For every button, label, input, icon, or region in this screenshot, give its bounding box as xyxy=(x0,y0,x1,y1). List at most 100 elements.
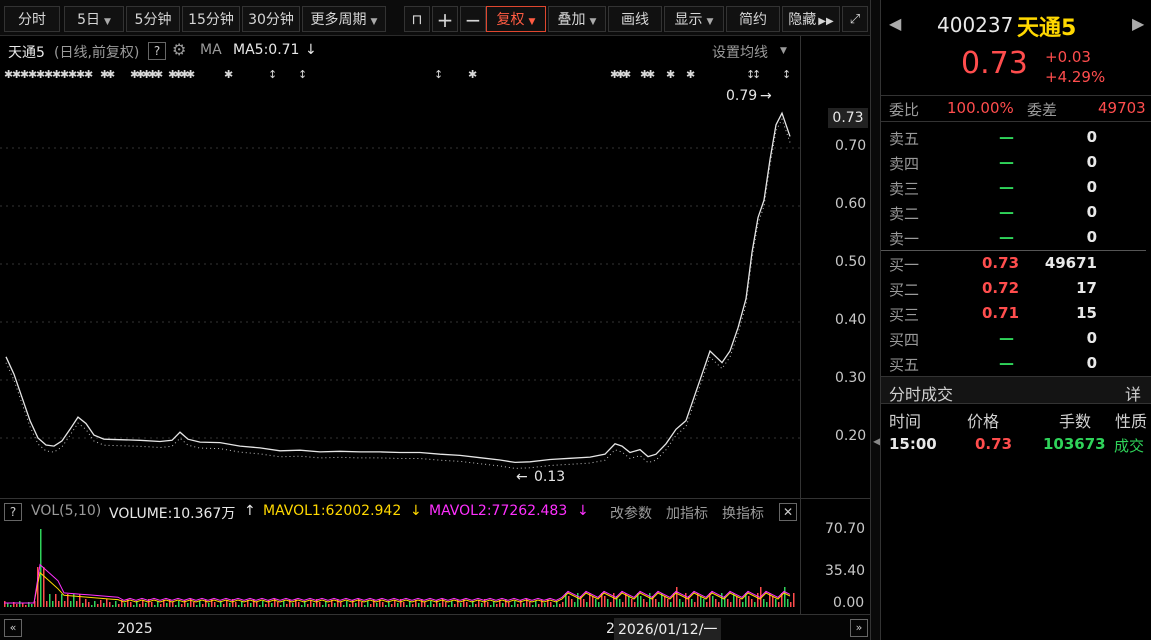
bid-price: — xyxy=(999,329,1014,347)
gear-icon[interactable]: ⚙ xyxy=(172,40,186,59)
prev-stock-icon[interactable]: ◀ xyxy=(889,14,901,33)
bid-label: 买一 xyxy=(889,256,920,274)
event-marker-icon[interactable]: ✱ xyxy=(666,68,675,81)
chart-grid xyxy=(0,147,800,439)
switch-indicator-button[interactable]: 换指标 xyxy=(722,503,764,523)
time-axis: « 2025 2 2026/01/12/一 » xyxy=(0,614,870,640)
ask-volume: 0 xyxy=(1086,178,1097,196)
volume-bar xyxy=(544,603,546,607)
expand-icon: ⤢ xyxy=(849,12,861,27)
volume-bar xyxy=(655,599,657,607)
volume-bar xyxy=(181,604,183,607)
lock-button[interactable]: ⊓ xyxy=(404,6,430,32)
display-dropdown[interactable]: 显示 ▼ xyxy=(664,6,724,32)
ask-label: 卖五 xyxy=(889,130,920,148)
event-marker-icon[interactable]: ✱ xyxy=(186,68,195,81)
volume-bar xyxy=(244,604,246,607)
volume-bar xyxy=(793,593,795,607)
tab-5day[interactable]: 5日 ▼ xyxy=(64,6,124,32)
event-marker-icon[interactable]: ↕ xyxy=(782,68,791,81)
overlay-dropdown[interactable]: 叠加 ▼ xyxy=(548,6,606,32)
volume-bar xyxy=(79,594,81,607)
volume-bar xyxy=(124,603,126,607)
ma5-value: MA5:0.71 xyxy=(233,42,300,58)
event-marker-icon[interactable]: ↕ xyxy=(434,68,443,81)
weicha-label: 委差 xyxy=(1027,101,1058,119)
panel-splitter[interactable]: ◀ xyxy=(870,0,882,640)
bid-label: 买三 xyxy=(889,306,920,324)
tab-label: 画线 xyxy=(621,12,649,28)
ma-settings-button[interactable]: 设置均线 xyxy=(712,42,768,62)
zoom-in-button[interactable]: + xyxy=(432,6,458,32)
chart-help-button[interactable]: ? xyxy=(148,42,166,60)
tab-intraday[interactable]: 分时 xyxy=(4,6,60,32)
change-params-button[interactable]: 改参数 xyxy=(610,503,652,523)
tab-15min[interactable]: 15分钟 xyxy=(182,6,240,32)
tab-label: 15分钟 xyxy=(188,12,234,28)
trade-time: 15:00 xyxy=(889,435,937,453)
event-marker-icon[interactable]: ✱ xyxy=(468,68,477,81)
event-marker-icon[interactable]: ✱ xyxy=(106,68,115,81)
tab-label: 5分钟 xyxy=(134,12,172,28)
scroll-right-button[interactable]: » xyxy=(850,619,868,637)
event-markers: ✱✱✱✱✱✱✱✱✱✱✱ ✱✱ ✱✱✱✱✱ ✱✱✱✱ ✱ ↕ ↕ ↕ ✱ ✱✱✱ ✱✱ ✱ ✱ ↕↕ ↕ xyxy=(4,68,791,81)
volume-bar xyxy=(454,604,456,607)
chart-title: 天通5 xyxy=(8,45,45,61)
tab-5min[interactable]: 5分钟 xyxy=(126,6,180,32)
event-marker-icon[interactable]: ✱ xyxy=(224,68,233,81)
volume-bar xyxy=(496,604,498,607)
hide-button[interactable]: 隐藏 ▶▶ xyxy=(782,6,840,32)
zoom-out-button[interactable]: − xyxy=(460,6,486,32)
volume-bar xyxy=(250,603,252,607)
y-tick: 0.70 xyxy=(835,138,867,154)
bid-volume: 15 xyxy=(1076,304,1097,322)
tab-30min[interactable]: 30分钟 xyxy=(242,6,300,32)
simple-mode-button[interactable]: 简约 xyxy=(726,6,780,32)
scroll-left-button[interactable]: « xyxy=(4,619,22,637)
volume-bar xyxy=(562,602,564,607)
event-marker-icon[interactable]: ✱ xyxy=(84,68,93,81)
col-type: 性质 xyxy=(1115,412,1148,431)
event-marker-icon[interactable]: ↕ xyxy=(298,68,307,81)
plus-icon: + xyxy=(436,8,454,32)
volume-bar xyxy=(757,593,759,607)
current-price-tag: 0.73 xyxy=(828,108,868,128)
ask-price: — xyxy=(999,228,1014,246)
draw-line-button[interactable]: 画线 xyxy=(608,6,662,32)
volume-bar xyxy=(478,600,480,607)
volume-bar xyxy=(679,599,681,607)
volume-bar xyxy=(490,605,492,607)
event-marker-icon[interactable]: ✱ xyxy=(622,68,631,81)
event-marker-icon[interactable]: ✱ xyxy=(686,68,695,81)
volume-bar xyxy=(532,605,534,607)
event-marker-icon[interactable]: ↕ xyxy=(752,68,761,81)
event-marker-icon[interactable]: ✱ xyxy=(646,68,655,81)
price-chart[interactable]: ✱✱✱✱✱✱✱✱✱✱✱ ✱✱ ✱✱✱✱✱ ✱✱✱✱ ✱ ↕ ↕ ↕ ✱ ✱✱✱ ✱✱ ✱ ✱ ↕↕ ↕ 0.… xyxy=(0,64,800,498)
volume-bar xyxy=(772,596,774,607)
volume-bar xyxy=(715,599,717,607)
volume-bar xyxy=(406,605,408,607)
y-tick: 0.60 xyxy=(835,196,867,212)
close-icon[interactable]: ✕ xyxy=(779,503,797,521)
trades-detail-button[interactable]: 详 xyxy=(1125,381,1141,405)
volume-bar xyxy=(691,599,693,607)
volume-bar xyxy=(238,605,240,607)
volume-bar xyxy=(259,605,261,607)
volume-bar xyxy=(730,602,732,607)
volume-bar xyxy=(568,596,570,607)
volume-help-button[interactable]: ? xyxy=(4,503,22,521)
volume-bar xyxy=(10,605,12,607)
next-stock-icon[interactable]: ▶ xyxy=(1132,14,1144,33)
more-periods-dropdown[interactable]: 更多周期 ▼ xyxy=(302,6,386,32)
chart-subtitle: (日线,前复权) xyxy=(54,45,140,61)
ask-row: 卖四 — 0 xyxy=(889,151,1147,176)
event-marker-icon[interactable]: ↕ xyxy=(268,68,277,81)
volume-bar xyxy=(112,605,114,607)
event-marker-icon[interactable]: ✱ xyxy=(154,68,163,81)
bid-label: 买四 xyxy=(889,331,920,349)
adjust-rights-dropdown[interactable]: 复权 ▼ xyxy=(486,6,546,32)
tab-label: 隐藏 xyxy=(788,12,817,28)
fullscreen-button[interactable]: ⤢ xyxy=(842,6,868,32)
add-indicator-button[interactable]: 加指标 xyxy=(666,503,708,523)
volume-bar xyxy=(700,596,702,607)
